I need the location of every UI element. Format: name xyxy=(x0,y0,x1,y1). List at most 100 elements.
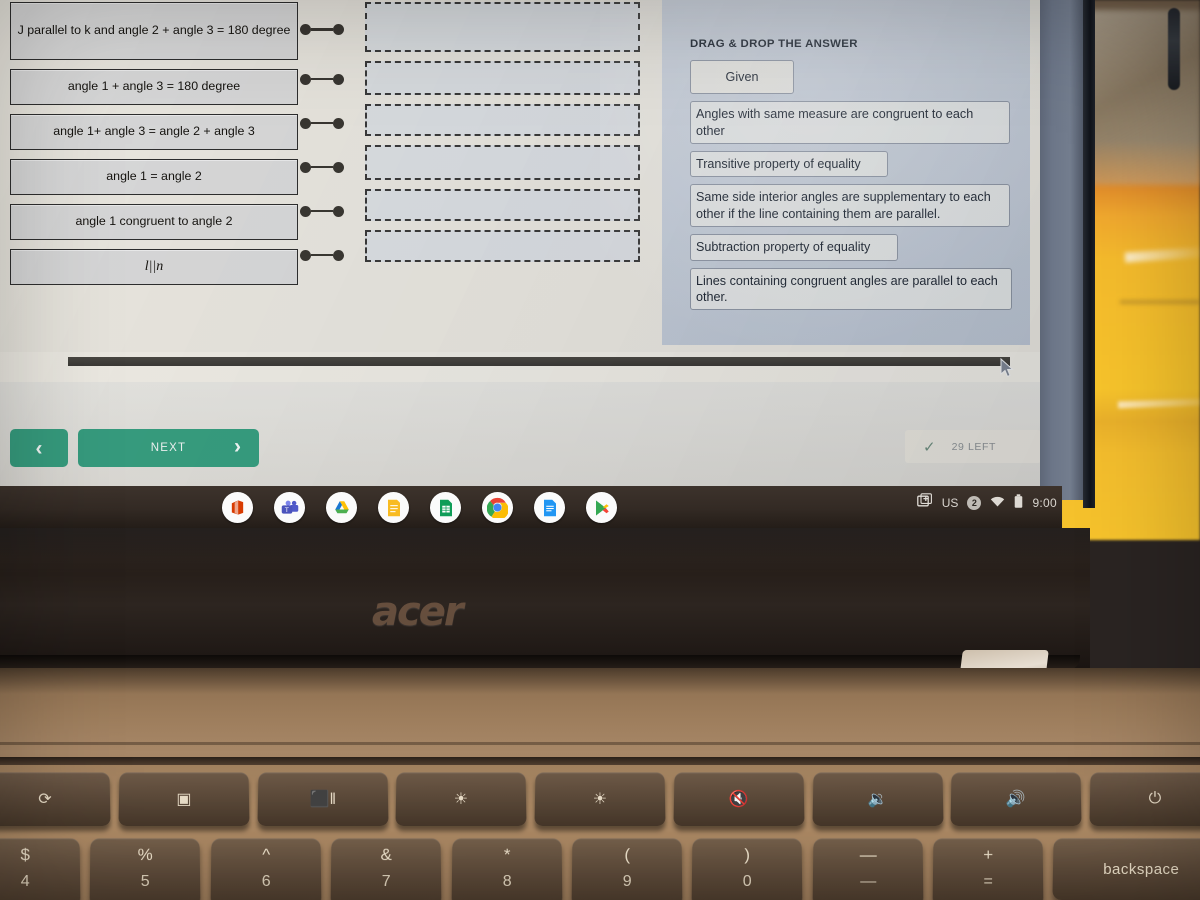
next-button[interactable]: NEXT › xyxy=(78,429,259,467)
microsoft-teams-icon[interactable]: T xyxy=(274,492,305,523)
key-6[interactable]: ^ 6 xyxy=(210,838,322,900)
statement-item[interactable]: J parallel to k and angle 2 + angle 3 = … xyxy=(10,2,298,60)
key-refresh[interactable]: ⟳ xyxy=(0,772,111,827)
acer-brand-logo: acer xyxy=(372,589,464,635)
connector-dot-icon xyxy=(333,24,344,35)
answer-chip[interactable]: Subtraction property of equality xyxy=(690,234,898,261)
key-4[interactable]: $ 4 xyxy=(0,838,81,900)
key-mute[interactable]: 🔇 xyxy=(673,772,805,827)
answer-chip[interactable]: Lines containing congruent angles are pa… xyxy=(690,267,1012,311)
key-digit: 9 xyxy=(622,872,632,891)
statement-column: J parallel to k and angle 2 + angle 3 = … xyxy=(10,2,298,294)
background-glassware xyxy=(1078,10,1200,185)
keyboard-layout-label[interactable]: US xyxy=(942,496,959,510)
key-0[interactable]: ) 0 xyxy=(691,838,804,900)
previous-button[interactable]: ‹ xyxy=(10,429,68,467)
key-brightness-down[interactable]: ☀ xyxy=(395,772,527,827)
statement-item[interactable]: l||n xyxy=(10,249,298,285)
google-chrome-icon[interactable] xyxy=(482,492,513,530)
key-backspace[interactable]: backspace xyxy=(1052,838,1200,900)
connector-link xyxy=(300,2,362,57)
answer-chip[interactable]: Given xyxy=(690,60,794,95)
key-digit: 4 xyxy=(20,872,30,891)
key-symbol: * xyxy=(503,845,510,865)
key-fullscreen[interactable]: ▣ xyxy=(118,772,250,827)
connector-dot-icon xyxy=(300,161,311,173)
check-icon: ✓ xyxy=(923,438,936,456)
dropzone[interactable] xyxy=(365,145,640,180)
key-9[interactable]: ( 9 xyxy=(571,838,683,900)
chevron-left-icon: ‹ xyxy=(35,436,43,460)
key-7[interactable]: & 7 xyxy=(330,838,442,900)
key-volume-up[interactable]: 🔊 xyxy=(950,772,1082,827)
google-keep-icon[interactable] xyxy=(378,492,409,523)
dropzone[interactable] xyxy=(365,2,640,52)
clock-label[interactable]: 9:00 xyxy=(1032,496,1057,510)
system-tray[interactable]: US 2 9:00 xyxy=(916,493,1057,512)
connector-link xyxy=(300,57,362,101)
key-overview[interactable]: ⬛‖ xyxy=(257,772,388,827)
connector-link xyxy=(300,233,362,277)
dropzone[interactable] xyxy=(365,104,640,136)
key-symbol: & xyxy=(380,845,392,865)
key-equals[interactable]: + = xyxy=(932,838,1044,900)
key-symbol: ( xyxy=(624,845,630,865)
wifi-icon[interactable] xyxy=(990,495,1005,511)
chevron-right-icon: › xyxy=(234,435,241,458)
shelf-icon-row: T xyxy=(222,492,617,530)
statement-item[interactable]: angle 1 + angle 3 = 180 degree xyxy=(10,69,298,105)
key-symbol: % xyxy=(138,845,154,865)
function-key-row: ⟳ ▣ ⬛‖ ☀ ☀ 🔇 🔉 🔊 ⏻ xyxy=(0,772,1200,834)
google-play-icon[interactable] xyxy=(586,492,617,523)
google-drive-icon[interactable] xyxy=(326,492,357,523)
google-sheets-icon[interactable] xyxy=(430,492,461,523)
connector-dot-icon xyxy=(333,117,344,129)
key-symbol: — xyxy=(859,845,877,865)
screenshot-stage: J parallel to k and angle 2 + angle 3 = … xyxy=(0,0,1200,900)
dropzone[interactable] xyxy=(365,61,640,95)
key-digit: 0 xyxy=(742,872,752,891)
answer-chip[interactable]: Angles with same measure are congruent t… xyxy=(690,101,1010,145)
connector-dot-icon xyxy=(333,249,344,261)
connector-bar-icon xyxy=(311,77,333,81)
connector-dot-icon xyxy=(300,249,311,261)
dropzone[interactable] xyxy=(365,189,640,221)
dropzone[interactable] xyxy=(365,230,640,262)
svg-text:T: T xyxy=(284,506,288,513)
key-volume-down[interactable]: 🔉 xyxy=(812,772,944,827)
key-brightness-up[interactable]: ☀ xyxy=(534,772,666,827)
battery-icon[interactable] xyxy=(1014,493,1023,512)
microsoft-office-icon[interactable] xyxy=(222,492,253,523)
connector-bar-icon xyxy=(311,121,333,125)
key-power[interactable]: ⏻ xyxy=(1089,772,1200,827)
key-8[interactable]: * 8 xyxy=(451,838,563,900)
key-digit: 6 xyxy=(261,872,271,891)
statement-item[interactable]: angle 1 = angle 2 xyxy=(10,159,298,195)
key-minus[interactable]: — — xyxy=(812,838,924,900)
connector-link xyxy=(300,189,362,233)
laptop-bezel-edge xyxy=(1083,0,1095,508)
key-digit: = xyxy=(983,872,993,891)
answer-chip[interactable]: Transitive property of equality xyxy=(690,151,888,178)
key-symbol: ) xyxy=(744,845,751,865)
number-key-row: $ 4 % 5 ^ 6 & 7 * 8 ( 9 ) 0 — — + = back… xyxy=(0,838,1200,900)
connector-column xyxy=(300,2,362,277)
key-5[interactable]: % 5 xyxy=(89,838,202,900)
questions-left-label: 29 LEFT xyxy=(951,440,997,453)
connector-bar-icon xyxy=(311,165,333,169)
statement-math-text: l||n xyxy=(144,259,164,275)
statement-item[interactable]: angle 1 congruent to angle 2 xyxy=(10,204,298,240)
laptop-vent-slot xyxy=(1168,8,1180,90)
screen-capture-icon[interactable] xyxy=(916,493,933,512)
connector-dot-icon xyxy=(300,117,311,129)
horizontal-scrollbar-thumb[interactable] xyxy=(68,357,1010,366)
connector-link xyxy=(300,145,362,189)
laptop-screen: J parallel to k and angle 2 + angle 3 = … xyxy=(0,0,1040,486)
statement-item[interactable]: angle 1+ angle 3 = angle 2 + angle 3 xyxy=(10,114,298,150)
next-button-label: NEXT xyxy=(150,442,187,454)
answer-chip[interactable]: Same side interior angles are supplement… xyxy=(690,184,1010,228)
connector-bar-icon xyxy=(311,209,333,213)
google-docs-icon[interactable] xyxy=(534,492,565,523)
key-digit: — xyxy=(859,872,876,891)
notification-count-badge[interactable]: 2 xyxy=(967,495,982,510)
